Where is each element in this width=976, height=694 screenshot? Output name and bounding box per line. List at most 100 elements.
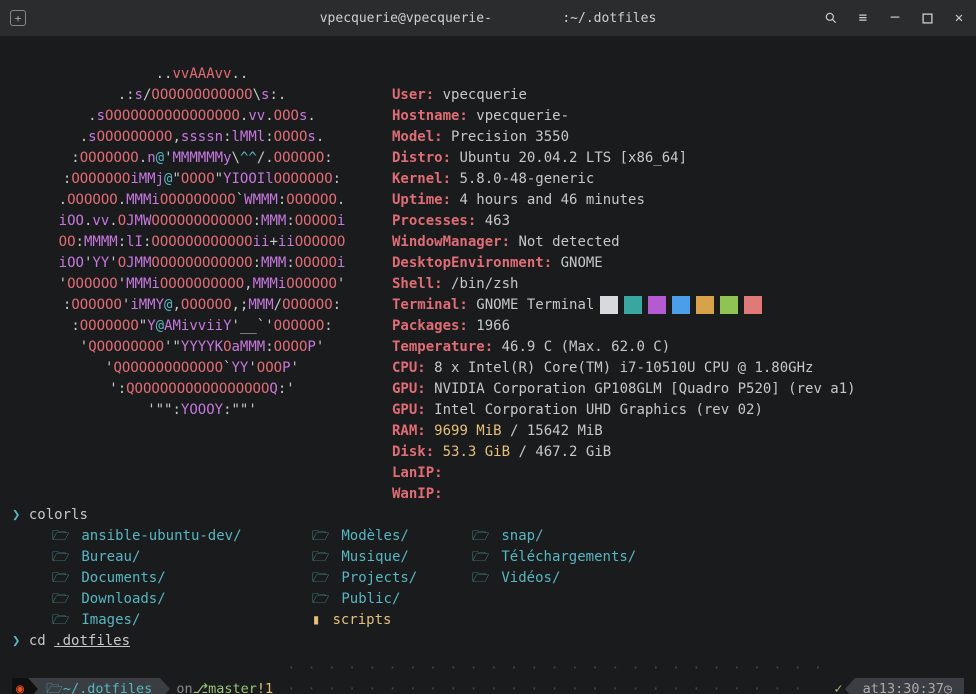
value-gpu1: NVIDIA Corporation GP108GLM [Quadro P520… (434, 381, 855, 397)
value-temp: 46.9 C (Max. 62.0 C) (502, 339, 671, 355)
value-packages: 1966 (476, 318, 510, 334)
value-gpu2: Intel Corporation UHD Graphics (rev 02) (434, 402, 763, 418)
list-item: 🗁Documents/ (52, 568, 312, 589)
folder-icon: 🗁 (52, 612, 69, 628)
list-item: 🗁Téléchargements/ (472, 547, 712, 568)
color-swatches (600, 296, 762, 314)
file-icon: ▮ (312, 612, 320, 628)
label-user: User: (392, 87, 434, 103)
folder-icon: 🗁 (52, 591, 69, 607)
value-cpu: 8 x Intel(R) Core(TM) i7-10510U CPU @ 1.… (434, 360, 813, 376)
swatch (648, 296, 666, 314)
label-processes: Processes: (392, 213, 476, 229)
label-lanip: LanIP: (392, 465, 443, 481)
list-item: 🗁Public/ (312, 589, 472, 610)
label-de: DesktopEnvironment: (392, 255, 552, 271)
command-1: colorls (29, 507, 88, 523)
folder-icon: 🗁 (52, 528, 69, 544)
ascii-logo: ..vvAAAvv.. .:s/OOOOOOOOOOOO\s:. .sOOOOO… (12, 64, 392, 505)
value-disk-total: / 467.2 GiB (510, 444, 611, 460)
swatch (624, 296, 642, 314)
list-item: 🗁Downloads/ (52, 589, 312, 610)
label-gpu2: GPU: (392, 402, 426, 418)
label-shell: Shell: (392, 276, 443, 292)
value-model: Precision 3550 (451, 129, 569, 145)
value-distro: Ubuntu 20.04.2 LTS [x86_64] (459, 150, 687, 166)
label-hostname: Hostname: (392, 108, 468, 124)
list-item: 🗁ansible-ubuntu-dev/ (52, 526, 312, 547)
folder-icon: 🗁 (312, 528, 329, 544)
list-item: 🗁Bureau/ (52, 547, 312, 568)
new-tab-button[interactable]: + (10, 10, 26, 26)
path-dir: .dotfiles (79, 679, 152, 694)
check-icon: ✓ (834, 679, 842, 694)
at-label: at (863, 679, 879, 694)
value-shell: /bin/zsh (451, 276, 518, 292)
terminal-body[interactable]: ..vvAAAvv.. .:s/OOOOOOOOOOOO\s:. .sOOOOO… (0, 36, 976, 694)
command-2-cd: cd (29, 633, 54, 649)
window-titlebar: + vpecquerie@vpecquerie- :~/.dotfiles ≡ … (0, 0, 976, 36)
list-item: 🗁snap/ (472, 526, 712, 547)
list-item (472, 610, 712, 631)
window-title: vpecquerie@vpecquerie- :~/.dotfiles (320, 11, 657, 26)
label-distro: Distro: (392, 150, 451, 166)
status-seg-os: ◉ (12, 678, 28, 694)
label-kernel: Kernel: (392, 171, 451, 187)
value-de: GNOME (561, 255, 603, 271)
swatch (600, 296, 618, 314)
status-separator: · · · · · · · · · · · · · · · · · · · · … (281, 658, 826, 694)
value-wm: Not detected (518, 234, 619, 250)
value-uptime: 4 hours and 46 minutes (459, 192, 644, 208)
folder-icon: 🗁 (312, 570, 329, 586)
prompt-line-1: ❯ colorls (12, 505, 964, 526)
list-item: ▮scripts (312, 610, 472, 631)
folder-icon: 🗁 (312, 591, 329, 607)
list-item (472, 589, 712, 610)
folder-icon: 🗁 (52, 549, 69, 565)
status-seg-time: at 13:30:37 ◷ (855, 678, 964, 694)
value-processes: 463 (485, 213, 510, 229)
folder-icon: 🗁 (52, 570, 69, 586)
value-disk-used: 53.3 GiB (443, 444, 510, 460)
status-seg-git: on ⎇ master !1 (160, 678, 281, 694)
label-packages: Packages: (392, 318, 468, 334)
prompt-arrow-icon: ❯ (12, 633, 20, 649)
swatch (696, 296, 714, 314)
powerline-statusbar: ◉ 🗁 ~/.dotfiles on ⎇ master !1 · · · · ·… (12, 678, 964, 694)
label-wanip: WanIP: (392, 486, 443, 502)
clock-icon: ◷ (944, 679, 952, 694)
folder-icon: 🗁 (472, 549, 489, 565)
minimize-icon[interactable]: ─ (888, 11, 902, 25)
command-2-arg: .dotfiles (54, 633, 130, 649)
close-icon[interactable]: ✕ (952, 11, 966, 25)
folder-icon: 🗁 (46, 679, 63, 694)
git-branch-icon: ⎇ (193, 679, 209, 694)
label-model: Model: (392, 129, 443, 145)
swatch (744, 296, 762, 314)
prompt-line-2: ❯ cd .dotfiles (12, 631, 964, 652)
value-ram-used: 9699 MiB (434, 423, 501, 439)
swatch (720, 296, 738, 314)
menu-icon[interactable]: ≡ (856, 11, 870, 25)
list-item: 🗁Projects/ (312, 568, 472, 589)
folder-icon: 🗁 (312, 549, 329, 565)
value-terminal: GNOME Terminal (476, 297, 594, 313)
list-item: 🗁Vidéos/ (472, 568, 712, 589)
maximize-icon[interactable] (920, 11, 934, 25)
list-item: 🗁Images/ (52, 610, 312, 631)
label-ram: RAM: (392, 423, 426, 439)
time-value: 13:30:37 (879, 679, 944, 694)
label-gpu1: GPU: (392, 381, 426, 397)
value-hostname: vpecquerie- (476, 108, 569, 124)
git-dirty: !1 (257, 679, 273, 694)
ubuntu-icon: ◉ (16, 679, 24, 694)
label-disk: Disk: (392, 444, 434, 460)
label-terminal: Terminal: (392, 297, 468, 313)
value-user: vpecquerie (443, 87, 527, 103)
folder-icon: 🗁 (472, 570, 489, 586)
value-kernel: 5.8.0-48-generic (459, 171, 594, 187)
search-icon[interactable] (824, 11, 838, 25)
list-item: 🗁Modèles/ (312, 526, 472, 547)
git-branch: master (208, 679, 257, 694)
prompt-arrow-icon: ❯ (12, 507, 20, 523)
